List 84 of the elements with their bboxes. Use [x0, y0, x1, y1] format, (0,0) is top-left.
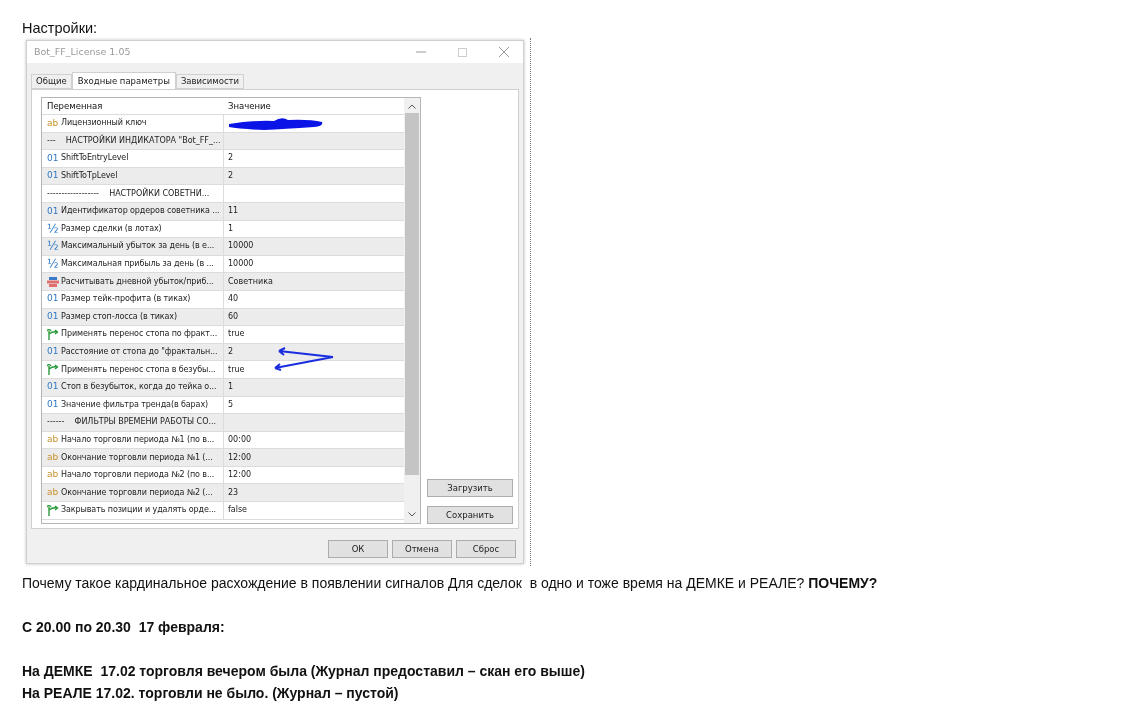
branch-arrow-icon [47, 504, 59, 516]
parameter-name: Окончание торговли периода №2 (... [61, 486, 213, 499]
parameter-name: Применять перенос стопа по фракт... [61, 328, 218, 341]
scroll-thumb[interactable] [405, 113, 419, 475]
scroll-down-icon[interactable] [408, 512, 416, 517]
type-icon: ab [47, 116, 61, 131]
maximize-icon[interactable] [458, 47, 467, 57]
parameter-name: Начало торговли периода №2 (по в... [61, 469, 215, 482]
parameter-value: false [228, 504, 248, 517]
type-icon: ab [47, 468, 61, 482]
tab[interactable]: Зависимости [175, 74, 245, 89]
heading: Настройки: [22, 19, 99, 38]
type-icon: 01 [47, 169, 61, 183]
section-header: ------ ФИЛЬТРЫ ВРЕМЕНИ РАБОТЫ СО... [47, 416, 217, 429]
parameter-name: Размер сделки (в лотах) [61, 222, 162, 235]
tab[interactable]: Общие [31, 74, 72, 89]
branch-arrow-icon [47, 328, 59, 340]
parameter-name: Начало торговли периода №1 (по в... [61, 434, 215, 446]
parameter-name: Идентификатор ордеров советника ... [61, 205, 220, 218]
type-icon: 01 [47, 204, 61, 218]
parameter-name: ShiftToEntryLevel [61, 152, 129, 165]
parameter-value: 5 [228, 398, 234, 411]
parameter-value: 2 [228, 170, 234, 183]
dialog-button[interactable]: ОК [328, 540, 388, 558]
column-header[interactable]: Переменная [42, 98, 224, 114]
type-icon: ½ [47, 240, 61, 253]
type-icon: ab [47, 486, 61, 500]
paragraph: С 20.00 по 20.30 17 февраля: [22, 618, 225, 637]
type-icon: 01 [47, 310, 61, 324]
paragraph: Почему такое кардинальное расхождение в появлении сигналов Для сделок в одно и тоже время на ДЕМКЕ и РЕАЛЕ? ПОЧЕМУ? [22, 574, 878, 593]
parameter-value: true [228, 363, 245, 376]
parameter-name: Размер тейк-профита (в тиках) [61, 293, 191, 306]
parameter-name: Окончание торговли периода №1 (... [61, 451, 213, 464]
type-icon: 01 [47, 151, 61, 166]
dialog-button[interactable]: Сброс [456, 540, 516, 558]
scrollbar[interactable] [404, 98, 420, 523]
parameter-value: 10000 [228, 240, 254, 253]
parameter-value: 11 [228, 205, 239, 218]
type-icon: ½ [47, 258, 61, 271]
parameter-name: Применять перенос стопа в безубы... [61, 363, 216, 376]
paragraph: На ДЕМКЕ 17.02 торговля вечером была (Журнал предоставил – скан его выше) [22, 662, 585, 681]
parameter-value: 2 [228, 152, 234, 165]
type-icon: 01 [47, 398, 61, 412]
parameter-name: Максимальная прибыль за день (в ... [61, 258, 214, 271]
type-icon: 01 [47, 345, 61, 359]
window-title: Bot_FF_License 1.05 [34, 44, 132, 59]
parameter-name: Закрывать позиции и удалять орде... [61, 504, 217, 517]
type-icon: ab [47, 433, 61, 447]
dialog-button[interactable]: Загрузить [427, 479, 513, 497]
branch-arrow-icon [47, 364, 59, 376]
dialog-button[interactable]: Отмена [392, 540, 452, 558]
list-icon [47, 276, 59, 287]
tab[interactable]: Входные параметры [71, 72, 176, 89]
section-header: ------------------ НАСТРОЙКИ СОВЕТНИ... [47, 187, 210, 200]
parameter-value: 10000 [228, 258, 254, 271]
parameter-value: 2 [228, 346, 234, 358]
parameter-value: true [228, 328, 245, 341]
parameter-value: 12:00 [228, 469, 252, 482]
close-icon[interactable] [499, 47, 509, 57]
parameter-name: Максимальный убыток за день (в е... [61, 240, 215, 253]
type-icon: ab [47, 450, 61, 465]
parameter-value: 1 [228, 222, 234, 235]
parameter-name: Значение фильтра тренда(в барах) [61, 398, 209, 411]
parameter-value: 12:00 [228, 451, 252, 464]
parameter-value: 00:00 [228, 434, 252, 446]
type-icon: ½ [47, 222, 61, 235]
parameter-name: Стоп в безубыток, когда до тейка о... [61, 381, 217, 394]
type-icon: 01 [47, 380, 61, 394]
column-header[interactable]: Значение [224, 98, 271, 114]
parameter-value: 1 [228, 381, 234, 394]
dialog-button[interactable]: Сохранить [427, 506, 513, 524]
parameter-name: Расстояние от стопа до "фрактальн... [61, 346, 218, 358]
parameter-value: 60 [228, 310, 239, 323]
type-icon: 01 [47, 292, 61, 306]
parameter-name: Лицензионный ключ [61, 117, 147, 130]
section-header: --- НАСТРОЙКИ ИНДИКАТОРА "Bot_FF_... [47, 134, 221, 147]
parameter-name: Расчитывать дневной убыток/приб... [61, 275, 214, 288]
parameter-value: 23 [228, 486, 239, 499]
parameter-value: Советника [228, 275, 273, 288]
parameter-value: 40 [228, 293, 239, 306]
paragraph: На РЕАЛЕ 17.02. торговли не было. (Журнал – пустой) [22, 684, 399, 703]
parameter-name: ShiftToTpLevel [61, 170, 118, 183]
parameter-name: Размер стоп-лосса (в тиках) [61, 310, 177, 323]
scroll-up-icon[interactable] [408, 104, 416, 109]
